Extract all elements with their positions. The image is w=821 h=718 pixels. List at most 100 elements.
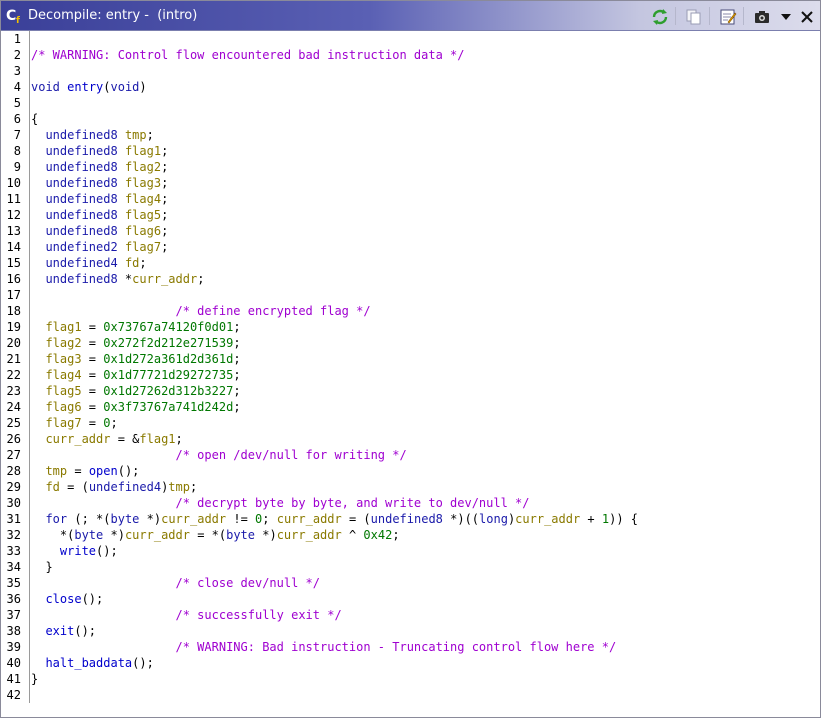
code-comment[interactable]: /* define encrypted flag */ [176,304,371,318]
code-number[interactable]: 0x1d27262d312b3227 [103,384,233,398]
code-variable[interactable]: tmp [45,464,67,478]
code-keyword[interactable]: undefined8 [45,176,117,190]
code-variable[interactable]: flag5 [45,384,81,398]
code-number[interactable]: 0x1d272a361d2d361d [103,352,233,366]
code-number[interactable]: 0x42 [363,528,392,542]
code-keyword[interactable]: undefined4 [89,480,161,494]
code-text[interactable]: flag2 = 0x272f2d212e271539; [31,335,240,351]
code-text[interactable]: undefined8 flag2; [31,159,168,175]
code-variable[interactable]: curr_addr [132,272,197,286]
code-number[interactable]: 0x272f2d212e271539 [103,336,233,350]
code-variable[interactable]: flag1 [125,144,161,158]
code-variable[interactable]: flag6 [45,400,81,414]
code-text[interactable]: /* WARNING: Bad instruction - Truncating… [31,639,617,655]
more-options-button[interactable] [777,8,795,26]
code-variable[interactable]: tmp [125,128,147,142]
code-function[interactable]: exit [45,624,74,638]
code-text[interactable]: /* WARNING: Control flow encountered bad… [31,47,464,63]
code-keyword[interactable]: undefined8 [371,512,443,526]
code-number[interactable]: 0x1d77721d29272735 [103,368,233,382]
code-text[interactable]: flag7 = 0; [31,415,117,431]
code-variable[interactable]: flag7 [125,240,161,254]
code-number[interactable]: 0 [103,416,110,430]
code-variable[interactable]: flag6 [125,224,161,238]
refresh-button[interactable] [651,8,669,26]
code-variable[interactable]: flag3 [45,352,81,366]
code-variable[interactable]: flag4 [45,368,81,382]
code-text[interactable]: undefined8 flag3; [31,175,168,191]
code-text[interactable]: undefined2 flag7; [31,239,168,255]
code-text[interactable]: flag4 = 0x1d77721d29272735; [31,367,240,383]
code-keyword[interactable]: byte [74,528,103,542]
code-text[interactable]: write(); [31,543,118,559]
code-text[interactable]: undefined8 flag4; [31,191,168,207]
code-variable[interactable]: tmp [168,480,190,494]
code-variable[interactable]: flag2 [45,336,81,350]
code-variable[interactable]: flag3 [125,176,161,190]
code-keyword[interactable]: undefined8 [45,224,117,238]
code-variable[interactable]: flag1 [139,432,175,446]
code-text[interactable]: undefined8 *curr_addr; [31,271,204,287]
code-keyword[interactable]: undefined8 [45,160,117,174]
code-text[interactable]: fd = (undefined4)tmp; [31,479,197,495]
code-text[interactable]: curr_addr = &flag1; [31,431,182,447]
code-text[interactable]: flag6 = 0x3f73767a741d242d; [31,399,240,415]
code-keyword[interactable]: undefined8 [45,128,117,142]
code-keyword[interactable]: undefined2 [45,240,117,254]
code-keyword[interactable]: undefined8 [45,192,117,206]
code-function[interactable]: close [45,592,81,606]
code-text[interactable]: /* open /dev/null for writing */ [31,447,407,463]
code-variable[interactable]: flag4 [125,192,161,206]
code-keyword[interactable]: undefined8 [45,272,117,286]
code-text[interactable]: flag1 = 0x73767a74120f0d01; [31,319,240,335]
code-keyword[interactable]: undefined8 [45,208,117,222]
code-text[interactable]: exit(); [31,623,96,639]
snapshot-button[interactable] [753,8,771,26]
code-variable[interactable]: curr_addr [515,512,580,526]
code-number[interactable]: 0x73767a74120f0d01 [103,320,233,334]
code-text[interactable]: for (; *(byte *)curr_addr != 0; curr_add… [31,511,638,527]
code-text[interactable]: } [31,671,38,687]
code-variable[interactable]: flag1 [45,320,81,334]
code-comment[interactable]: /* successfully exit */ [176,608,342,622]
code-comment[interactable]: /* decrypt byte by byte, and write to de… [176,496,530,510]
code-comment[interactable]: /* close dev/null */ [176,576,321,590]
code-keyword[interactable]: undefined8 [45,144,117,158]
code-keyword[interactable]: void [31,80,60,94]
code-variable[interactable]: curr_addr [277,512,342,526]
code-function[interactable]: entry [67,80,103,94]
code-text[interactable]: } [31,559,52,575]
code-comment[interactable]: /* open /dev/null for writing */ [176,448,407,462]
code-comment[interactable]: /* WARNING: Control flow encountered bad… [31,48,464,62]
code-variable[interactable]: curr_addr [125,528,190,542]
code-text[interactable]: /* close dev/null */ [31,575,321,591]
code-keyword[interactable]: byte [226,528,255,542]
code-keyword[interactable]: byte [111,512,140,526]
code-function[interactable]: write [60,544,96,558]
code-variable[interactable]: flag2 [125,160,161,174]
code-text[interactable]: tmp = open(); [31,463,139,479]
code-text[interactable]: /* define encrypted flag */ [31,303,371,319]
code-text[interactable]: undefined4 fd; [31,255,146,271]
code-text[interactable]: void entry(void) [31,79,147,95]
code-variable[interactable]: fd [45,480,59,494]
code-variable[interactable]: curr_addr [161,512,226,526]
code-variable[interactable]: fd [125,256,139,270]
code-text[interactable]: undefined8 flag5; [31,207,168,223]
code-keyword[interactable]: void [111,80,140,94]
close-button[interactable] [798,8,816,26]
code-variable[interactable]: curr_addr [277,528,342,542]
code-number[interactable]: 0x3f73767a741d242d [103,400,233,414]
code-function[interactable]: open [89,464,118,478]
code-function[interactable]: halt_baddata [45,656,132,670]
code-comment[interactable]: /* WARNING: Bad instruction - Truncating… [176,640,617,654]
code-variable[interactable]: curr_addr [45,432,110,446]
code-text[interactable]: undefined8 flag1; [31,143,168,159]
code-variable[interactable]: flag7 [45,416,81,430]
decompiler-code-view[interactable]: 1 2/* WARNING: Control flow encountered b… [1,31,820,717]
code-text[interactable]: undefined8 tmp; [31,127,153,143]
code-text[interactable]: /* successfully exit */ [31,607,342,623]
title-bar[interactable]: Cf Decompile: entry - (intro) [1,1,820,31]
code-keyword[interactable]: for [45,512,67,526]
code-keyword[interactable]: long [479,512,508,526]
